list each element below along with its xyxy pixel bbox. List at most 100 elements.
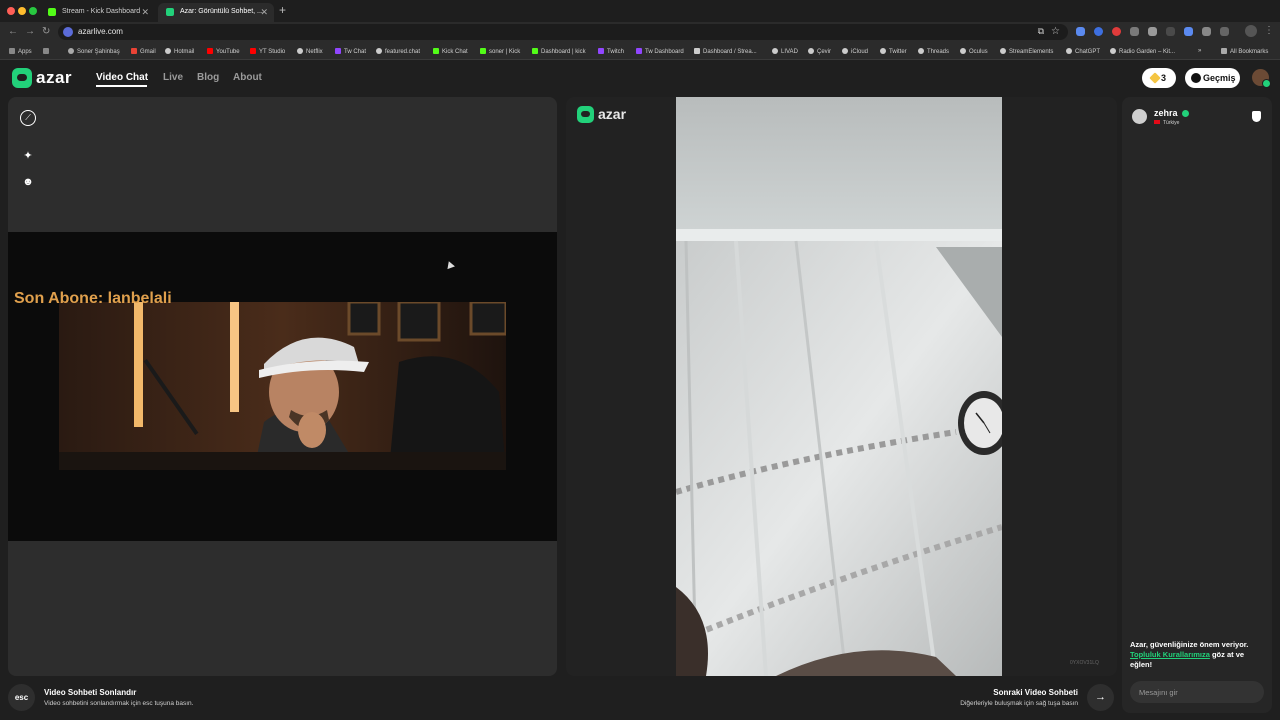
bookmark-item[interactable]: Oculus bbox=[960, 48, 988, 55]
bookmark-item[interactable]: Radio Garden – Kit... bbox=[1110, 48, 1175, 55]
minimize-window-icon[interactable] bbox=[18, 7, 26, 15]
azar-logo-text[interactable]: azar bbox=[36, 68, 72, 88]
session-id-watermark: 0YXOV31LQ bbox=[1070, 660, 1099, 666]
nav-blog[interactable]: Blog bbox=[197, 72, 219, 83]
close-tab-icon[interactable]: ✕ bbox=[141, 7, 149, 18]
end-chat-esc-button[interactable]: esc bbox=[8, 684, 35, 711]
partner-country-label: Türkiye bbox=[1163, 120, 1180, 126]
bookmark-item[interactable]: ChatGPT bbox=[1066, 48, 1100, 55]
close-window-icon[interactable] bbox=[7, 7, 15, 15]
verified-badge-icon bbox=[1182, 110, 1189, 117]
end-chat-title: Video Sohbeti Sonlandır bbox=[44, 688, 137, 697]
bookmark-item[interactable]: Twitch bbox=[598, 48, 624, 55]
last-subscriber-overlay: Son Abone: lanbelali bbox=[14, 290, 172, 307]
site-info-icon[interactable] bbox=[63, 27, 73, 37]
extension-icon[interactable] bbox=[1076, 27, 1085, 36]
azar-watermark-text: azar bbox=[598, 106, 627, 122]
menu-kebab-icon[interactable]: ⋮ bbox=[1264, 25, 1274, 36]
sparkle-effects-icon[interactable]: ✦ bbox=[20, 148, 36, 164]
all-bookmarks[interactable]: All Bookmarks bbox=[1221, 48, 1268, 55]
tab-strip: Stream - Kick Dashboard ✕ Azar: Görüntül… bbox=[0, 0, 1280, 22]
streamer-scene-illustration bbox=[59, 302, 506, 470]
zoom-window-icon[interactable] bbox=[29, 7, 37, 15]
bookmark-item[interactable]: iCloud bbox=[842, 48, 868, 55]
bookmark-item[interactable] bbox=[43, 48, 52, 55]
edit-filter-icon[interactable]: ⟋ bbox=[20, 110, 36, 126]
bookmark-item[interactable]: Netflix bbox=[297, 48, 323, 55]
bookmark-item[interactable]: LIVAD bbox=[772, 48, 798, 55]
safety-notice: Azar, güvenliğinize önem veriyor. Toplul… bbox=[1130, 640, 1262, 670]
bookmark-item[interactable]: StreamElements bbox=[1000, 48, 1053, 55]
remote-video-panel: azar 0YXOV31LQ bbox=[566, 97, 1117, 676]
extension-icon[interactable] bbox=[1148, 27, 1157, 36]
bookmark-star-icon[interactable]: ☆ bbox=[1051, 26, 1060, 37]
bookmark-item[interactable]: Threads bbox=[918, 48, 949, 55]
bookmark-item[interactable]: Gmail bbox=[131, 48, 156, 55]
reload-icon[interactable]: ↻ bbox=[42, 26, 50, 37]
new-tab-icon[interactable]: + bbox=[279, 3, 286, 17]
next-chat-description: Diğerleriyle buluşmak için sağ tuşa bası… bbox=[960, 700, 1078, 707]
bookmark-item[interactable]: Çevir bbox=[808, 48, 831, 55]
bookmark-item[interactable]: Kick Chat bbox=[433, 48, 468, 55]
extension-icon[interactable] bbox=[1130, 27, 1139, 36]
local-video-feed bbox=[8, 232, 557, 541]
extension-icon[interactable] bbox=[1166, 27, 1175, 36]
bookmark-item[interactable]: Dashboard | kick bbox=[532, 48, 586, 55]
tab-azar[interactable]: Azar: Görüntülü Sohbet, ... ✕ bbox=[158, 3, 274, 22]
report-shield-icon[interactable] bbox=[1252, 111, 1261, 122]
forward-icon[interactable]: → bbox=[25, 26, 35, 37]
nav-live[interactable]: Live bbox=[163, 72, 183, 83]
extension-icon[interactable] bbox=[1202, 27, 1211, 36]
profile-avatar[interactable] bbox=[1245, 25, 1257, 37]
bookmark-item[interactable]: Dashboard / Strea... bbox=[694, 48, 757, 55]
tab-title: Stream - Kick Dashboard bbox=[62, 8, 141, 15]
bookmark-item[interactable]: Apps bbox=[9, 48, 32, 55]
face-mask-icon[interactable]: ☻ bbox=[20, 174, 36, 190]
close-tab-icon[interactable]: ✕ bbox=[260, 7, 268, 18]
azar-logo-icon[interactable] bbox=[12, 68, 32, 88]
chat-panel: zehra Türkiye Azar, güvenliğinize önem v… bbox=[1122, 97, 1272, 713]
next-chat-arrow-button[interactable]: → bbox=[1087, 684, 1114, 711]
bookmark-item[interactable]: Tw Dashboard bbox=[636, 48, 684, 55]
back-icon[interactable]: ← bbox=[8, 26, 18, 37]
nav-about[interactable]: About bbox=[233, 72, 262, 83]
gem-count: 3 bbox=[1161, 73, 1167, 83]
local-video-panel: ⟋ ✦ ☻ Son Abone: lanbelali bbox=[8, 97, 557, 676]
extension-icon[interactable] bbox=[1094, 27, 1103, 36]
tab-kick-dashboard[interactable]: Stream - Kick Dashboard ✕ bbox=[40, 3, 155, 22]
bookmark-item[interactable]: YT Studio bbox=[250, 48, 285, 55]
bookmarks-overflow-icon[interactable]: » bbox=[1198, 48, 1201, 54]
azar-favicon-icon bbox=[166, 8, 174, 16]
bookmark-item[interactable]: featured.chat bbox=[376, 48, 420, 55]
extension-icon[interactable] bbox=[1184, 27, 1193, 36]
gem-balance-button[interactable]: 3 bbox=[1142, 68, 1176, 88]
remote-room-scene-illustration bbox=[676, 97, 1002, 676]
bookmark-item[interactable]: soner | Kick bbox=[480, 48, 520, 55]
tab-title: Azar: Görüntülü Sohbet, ... bbox=[180, 8, 263, 15]
nav-active-indicator bbox=[96, 85, 147, 87]
partner-name[interactable]: zehra bbox=[1154, 108, 1178, 118]
history-label: Geçmiş bbox=[1203, 73, 1236, 83]
end-chat-description: Video sohbetini sonlandırmak için esc tu… bbox=[44, 700, 194, 707]
extension-icon[interactable] bbox=[1112, 27, 1121, 36]
extensions-puzzle-icon[interactable] bbox=[1220, 27, 1229, 36]
partner-avatar[interactable] bbox=[1132, 109, 1147, 124]
message-input[interactable] bbox=[1130, 681, 1264, 703]
community-guidelines-link[interactable]: Topluluk Kurallarımıza bbox=[1130, 650, 1210, 659]
clock-icon bbox=[1191, 73, 1201, 83]
partner-country: Türkiye bbox=[1154, 120, 1179, 126]
bookmark-item[interactable]: Twitter bbox=[880, 48, 907, 55]
address-bar[interactable]: azarlive.com ⧉ ☆ bbox=[58, 24, 1068, 40]
kick-favicon-icon bbox=[48, 8, 56, 16]
browser-chrome: Stream - Kick Dashboard ✕ Azar: Görüntül… bbox=[0, 0, 1280, 60]
bookmark-item[interactable]: Hotmail bbox=[165, 48, 194, 55]
install-app-icon[interactable]: ⧉ bbox=[1038, 26, 1044, 37]
user-avatar[interactable] bbox=[1252, 69, 1271, 88]
bookmark-item[interactable]: YouTube bbox=[207, 48, 240, 55]
history-button[interactable]: Geçmiş bbox=[1185, 68, 1240, 88]
nav-video-chat[interactable]: Video Chat bbox=[96, 72, 148, 83]
streamer-webcam-image bbox=[59, 302, 506, 470]
bookmark-item[interactable]: Tw Chat bbox=[335, 48, 366, 55]
bookmark-item[interactable]: Soner Şahinbaş bbox=[68, 48, 120, 55]
turkey-flag-icon bbox=[1154, 120, 1160, 124]
